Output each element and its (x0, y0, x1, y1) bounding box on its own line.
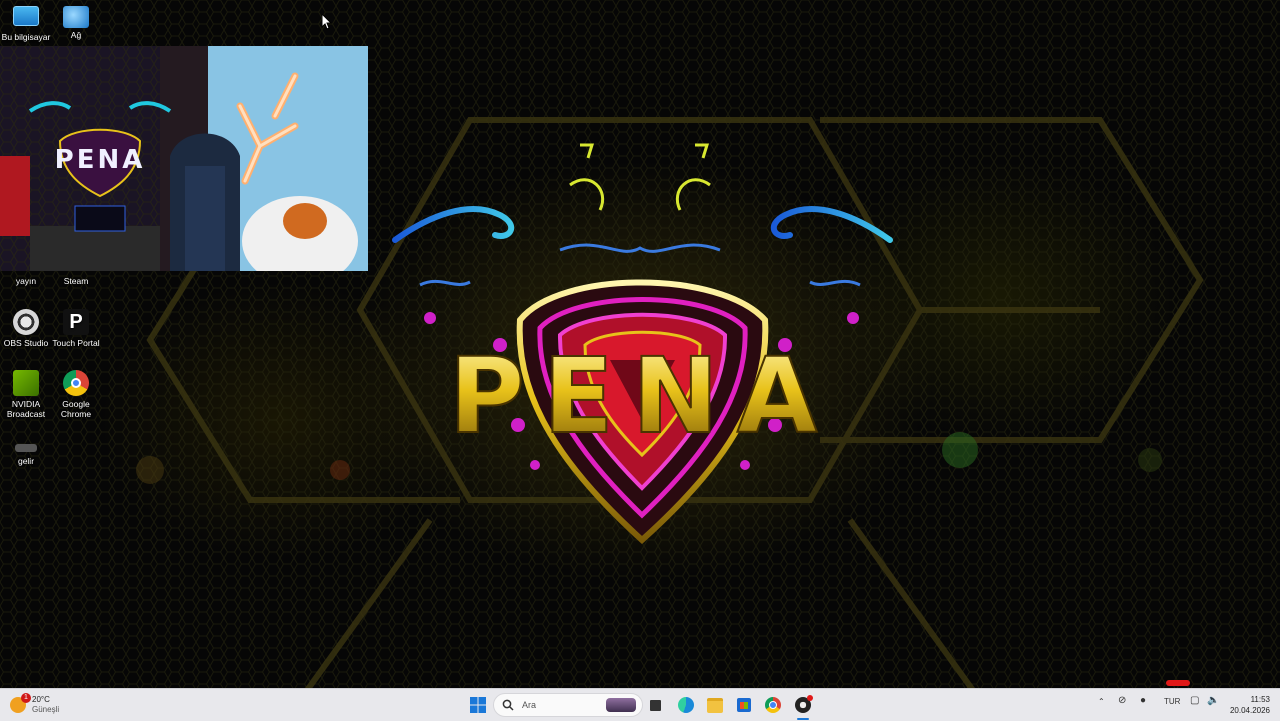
desktop-icon-label: Bu bilgisayar (1, 32, 51, 42)
tray-volume-icon[interactable]: 🔈 (1207, 695, 1219, 706)
weather-badge: 1 (21, 693, 31, 703)
start-button[interactable] (466, 693, 490, 717)
taskbar-clock[interactable]: 11:53 20.04.2026 (1230, 694, 1270, 716)
tray-overflow-chevron-icon[interactable]: ⌃ (1098, 697, 1105, 706)
task-view-button[interactable] (645, 693, 665, 717)
edge-icon (678, 697, 694, 713)
obs-icon (13, 309, 39, 335)
taskbar: 1 20°C Güneşli Ara ⌃ ⊘ ● TUR ▢ 🔈 11:53 2… (0, 688, 1280, 721)
mouse-cursor-icon (322, 14, 332, 30)
chrome-icon (63, 370, 89, 396)
taskbar-obs[interactable] (792, 693, 814, 717)
desktop-icon-chrome[interactable]: Google Chrome (50, 370, 102, 419)
tray-display-icon[interactable]: ▢ (1190, 695, 1199, 706)
taskbar-store[interactable] (733, 693, 755, 717)
desktop-icon-steam[interactable]: Steam (50, 276, 102, 286)
desktop-icon-label: Ağ (70, 30, 82, 40)
desktop-icon-label: Google Chrome (60, 399, 92, 419)
weather-sun-icon: 1 (10, 693, 31, 713)
network-icon (63, 6, 89, 28)
search-placeholder: Ara (522, 700, 537, 710)
taskbar-search-box[interactable]: Ara (493, 693, 643, 717)
desktop-icon-label: NVIDIA Broadcast (6, 399, 46, 419)
desktop-icon-network[interactable]: Ağ (50, 6, 102, 40)
start-icon (470, 697, 486, 713)
weather-widget[interactable]: 1 20°C Güneşli (10, 693, 70, 717)
tray-network-muted-icon[interactable]: ⊘ (1118, 695, 1126, 706)
desktop-icon-touch-portal[interactable]: P Touch Portal (50, 309, 102, 348)
clock-time: 11:53 (1250, 695, 1270, 704)
this-pc-icon (13, 6, 39, 26)
touch-portal-icon: P (63, 309, 89, 335)
wallpaper-logo-text: PENA (449, 335, 836, 457)
notification-indicator (1166, 680, 1190, 686)
desktop-icon-label: Steam (63, 276, 89, 286)
desktop-icon-label: OBS Studio (3, 338, 49, 348)
chrome-icon (765, 697, 781, 713)
webcam-overlay: PENA (0, 46, 368, 271)
desktop-icon-label: Touch Portal (52, 338, 100, 348)
taskbar-chrome[interactable] (762, 693, 784, 717)
folder-icon (707, 697, 723, 713)
language-indicator[interactable]: TUR (1164, 697, 1180, 706)
task-view-icon (649, 699, 661, 711)
clock-date: 20.04.2026 (1229, 706, 1270, 715)
nvidia-icon (13, 370, 39, 396)
tray-microphone-icon[interactable]: ● (1140, 695, 1146, 706)
store-icon (737, 698, 751, 712)
webcam-logo-text: PENA (55, 145, 146, 175)
desktop-icon-yayin[interactable]: yayın (0, 276, 52, 286)
taskbar-edge[interactable] (675, 693, 697, 717)
desktop-icon-obs[interactable]: OBS Studio (0, 309, 52, 348)
desktop-icon-nvidia-broadcast[interactable]: NVIDIA Broadcast (0, 370, 52, 419)
desktop-icon-this-pc[interactable]: Bu bilgisayar (0, 6, 52, 42)
search-icon (502, 699, 514, 711)
file-icon (15, 444, 37, 452)
desktop-icon-gelir[interactable]: gelir (0, 444, 52, 466)
obs-icon (795, 695, 813, 713)
desktop-icon-label: gelir (17, 456, 35, 466)
desktop-icon-label: yayın (15, 276, 37, 286)
search-highlight-image (606, 698, 636, 712)
weather-condition: Güneşli (32, 705, 60, 714)
taskbar-file-explorer[interactable] (704, 693, 726, 717)
weather-temp: 20°C (32, 695, 50, 704)
